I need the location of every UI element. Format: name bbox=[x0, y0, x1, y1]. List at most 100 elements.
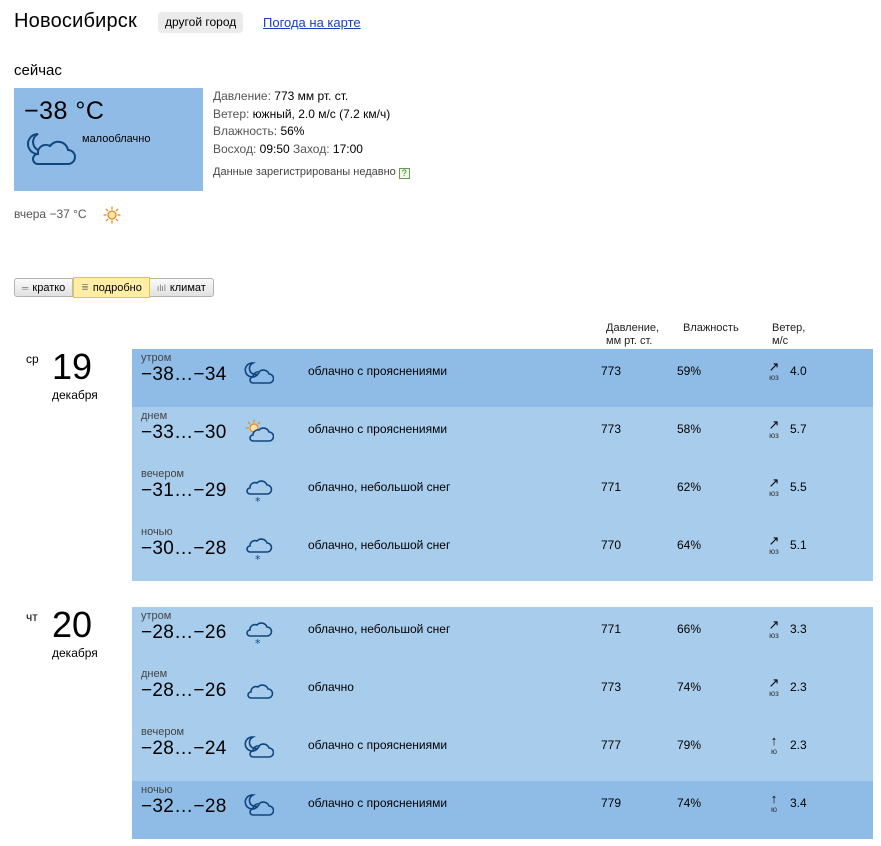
moon-cloud-icon bbox=[244, 361, 275, 392]
wind-arrow-icon: ↗ bbox=[768, 359, 780, 374]
sunrise-value: 09:50 bbox=[259, 141, 290, 156]
registered-note: Данные зарегистрированы недавно bbox=[213, 166, 396, 178]
wind-direction-label: юз bbox=[769, 489, 779, 498]
condition: облачно, небольшой снег bbox=[308, 622, 451, 636]
view-tabs: ═ кратко ≣ подробно ılıl климат bbox=[14, 277, 214, 298]
day-part: утром bbox=[141, 352, 172, 364]
current-temperature: −38 °C bbox=[24, 97, 105, 125]
wind-direction: ↑ ю bbox=[766, 791, 782, 814]
tab-brief[interactable]: ═ кратко bbox=[15, 279, 74, 296]
tab-climate[interactable]: ılıl климат bbox=[150, 279, 213, 296]
pressure: 770 bbox=[601, 538, 622, 552]
humidity: 59% bbox=[677, 364, 702, 378]
temperature-range: −28…−26 bbox=[141, 622, 227, 643]
snow-cloud-icon: * bbox=[244, 535, 274, 570]
wind-arrow-icon: ↗ bbox=[768, 533, 780, 548]
day-forecast-block: утром −28…−26 * облачно, небольшой снег 771 6… bbox=[132, 607, 873, 839]
pressure-label: Давление: bbox=[213, 89, 271, 103]
wind-arrow-icon: ↑ bbox=[770, 791, 778, 806]
condition: облачно, небольшой снег bbox=[308, 538, 451, 552]
forecast-row: утром −38…−34 облачно с прояснениями 773 59%… bbox=[132, 349, 873, 407]
temperature-range: −33…−30 bbox=[141, 422, 227, 443]
temperature-range: −32…−28 bbox=[141, 796, 227, 817]
humidity-column-header: Влажность bbox=[683, 322, 739, 334]
temperature-range: −30…−28 bbox=[141, 538, 227, 559]
pressure-value: 773 мм рт. ст. bbox=[274, 89, 349, 103]
pressure: 779 bbox=[601, 796, 622, 810]
wind-arrow-icon: ↗ bbox=[768, 617, 780, 632]
svg-text:*: * bbox=[255, 495, 261, 507]
humidity: 79% bbox=[677, 738, 702, 752]
day-part: днем bbox=[141, 410, 168, 422]
condition: облачно с прояснениями bbox=[308, 738, 448, 752]
forecast-row: ночью −32…−28 облачно с прояснениями 779 74%… bbox=[132, 781, 873, 839]
pressure-header-line2: мм рт. ст. bbox=[606, 335, 653, 347]
wind-label: Ветер: bbox=[213, 106, 250, 121]
wind-direction-label: юз bbox=[769, 373, 779, 382]
pressure: 771 bbox=[601, 622, 622, 636]
wind-speed: 3.4 bbox=[790, 796, 807, 810]
humidity: 66% bbox=[677, 622, 702, 636]
pressure: 773 bbox=[601, 364, 622, 378]
humidity: 58% bbox=[677, 422, 702, 436]
humidity: 64% bbox=[677, 538, 702, 552]
day-of-week: ср bbox=[26, 352, 39, 366]
moon-cloud-icon bbox=[244, 793, 275, 824]
help-icon[interactable]: ? bbox=[398, 168, 410, 179]
pressure: 771 bbox=[601, 480, 622, 494]
temperature-range: −28…−26 bbox=[141, 680, 227, 701]
wind-direction: ↗ юз bbox=[766, 418, 782, 440]
cloud-icon bbox=[244, 677, 274, 708]
humidity-label: Влажность: bbox=[213, 124, 278, 138]
city-title: Новосибирск bbox=[14, 10, 137, 32]
humidity: 62% bbox=[677, 480, 702, 494]
temperature-range: −31…−29 bbox=[141, 480, 227, 501]
humidity-value: 56% bbox=[280, 124, 305, 138]
day-part: ночью bbox=[141, 784, 173, 796]
snow-cloud-icon: * bbox=[244, 619, 274, 654]
sun-icon bbox=[103, 206, 121, 229]
list-icon: ≣ bbox=[81, 282, 89, 292]
sunset-label: Заход: bbox=[293, 141, 330, 156]
wind-direction: ↗ юз bbox=[766, 676, 782, 698]
day-month: декабря bbox=[52, 646, 98, 660]
other-city-button[interactable]: другой город bbox=[158, 12, 244, 33]
wind-direction: ↗ юз bbox=[766, 475, 782, 498]
snow-cloud-icon: * bbox=[244, 477, 274, 512]
forecast-row: утром −28…−26 * облачно, небольшой снег 771 6… bbox=[132, 607, 873, 665]
condition: облачно с прояснениями bbox=[308, 364, 448, 378]
temperature-range: −28…−24 bbox=[141, 738, 227, 759]
condition: облачно bbox=[308, 680, 354, 694]
wind-direction-label: ю bbox=[771, 805, 777, 814]
day-forecast-block: утром −38…−34 облачно с прояснениями 773 59%… bbox=[132, 349, 873, 581]
sun-cloud-icon bbox=[244, 419, 275, 450]
wind-direction-label: юз bbox=[769, 631, 779, 640]
day-of-week: чт bbox=[26, 610, 38, 624]
wind-header-line2: м/с bbox=[772, 335, 789, 347]
tab-climate-label: климат bbox=[169, 281, 206, 294]
svg-text:*: * bbox=[255, 553, 261, 565]
humidity: 74% bbox=[677, 680, 702, 694]
tab-detailed[interactable]: ≣ подробно bbox=[73, 277, 150, 298]
forecast-row: ночью −30…−28 * облачно, небольшой снег 770 6… bbox=[132, 523, 873, 581]
forecast-row: днем −28…−26 облачно 773 74% ↗ юз 2.3 bbox=[132, 665, 873, 723]
temperature-range: −38…−34 bbox=[141, 364, 227, 385]
day-part: утром bbox=[141, 610, 172, 622]
wind-direction-label: юз bbox=[769, 547, 779, 556]
wind-arrow-icon: ↗ bbox=[768, 475, 780, 490]
day-part: днем bbox=[141, 668, 168, 680]
wind-speed: 5.1 bbox=[790, 538, 807, 552]
tab-brief-label: кратко bbox=[32, 281, 66, 294]
wind-direction: ↗ юз bbox=[766, 617, 782, 640]
pressure-column-header: Давление, мм рт. ст. bbox=[606, 322, 659, 348]
weather-map-link[interactable]: Погода на карте bbox=[263, 15, 361, 30]
now-label: сейчас bbox=[14, 62, 62, 79]
wind-speed: 3.3 bbox=[790, 622, 807, 636]
wind-speed: 4.0 bbox=[790, 364, 807, 378]
day-month: декабря bbox=[52, 388, 98, 402]
forecast-row: вечером −28…−24 облачно с прояснениями 777 7… bbox=[132, 723, 873, 781]
current-weather-panel: −38 °C малооблачно bbox=[14, 88, 203, 191]
wind-direction: ↑ ю bbox=[766, 734, 782, 756]
wind-column-header: Ветер, м/с bbox=[772, 322, 805, 348]
day-number: 19 bbox=[52, 346, 93, 387]
